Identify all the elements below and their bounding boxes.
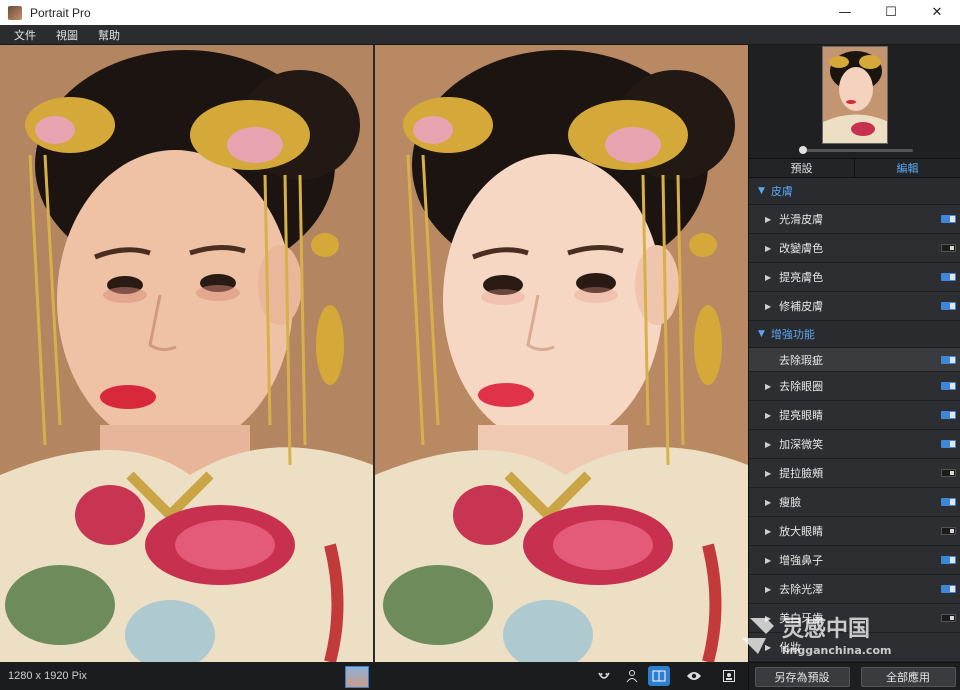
expand-arrow-icon: ▶	[765, 301, 772, 311]
slider-group-brighten-eyes[interactable]: ▶ 提亮眼睛	[749, 401, 960, 430]
slider-group-repair-skin[interactable]: ▶ 修補皮膚	[749, 292, 960, 321]
item-label: 去除眼圈	[779, 380, 824, 393]
expand-arrow-icon: ▶	[765, 613, 772, 623]
item-label: 瘦臉	[779, 496, 802, 509]
face-thumbnail[interactable]	[345, 666, 369, 688]
toggle-switch[interactable]	[941, 382, 956, 390]
slider-group-change-skin-color[interactable]: ▶ 改變膚色	[749, 234, 960, 263]
expand-arrow-icon: ▶	[765, 468, 772, 478]
item-label: 美白牙齒	[779, 612, 824, 625]
section-skin-title: 皮膚	[770, 185, 793, 198]
expand-arrow-icon: ▶	[765, 584, 772, 594]
app-icon	[8, 5, 22, 20]
slider-group-deepen-smile[interactable]: ▶ 加深微笑	[749, 430, 960, 459]
collapse-triangle-icon: ▼	[758, 329, 765, 339]
toggle-switch[interactable]	[941, 614, 956, 622]
zoom-slider-track[interactable]	[801, 149, 913, 152]
original-photo[interactable]	[0, 45, 373, 662]
section-enhance-header[interactable]: ▼ 增強功能	[749, 321, 960, 348]
item-label: 提拉臉頰	[779, 467, 824, 480]
navigator-thumbnail[interactable]	[822, 46, 888, 144]
expand-arrow-icon: ▶	[765, 243, 772, 253]
menu-file[interactable]: 文件	[0, 27, 46, 43]
status-bar: 1280 x 1920 Pix	[0, 662, 748, 690]
tab-edit[interactable]: 編輯	[854, 159, 960, 177]
slider-group-enhance-nose[interactable]: ▶ 增強鼻子	[749, 546, 960, 575]
slider-group-slim-face[interactable]: ▶ 瘦臉	[749, 488, 960, 517]
toggle-switch[interactable]	[941, 244, 956, 252]
menu-view[interactable]: 視圖	[46, 27, 88, 43]
section-enhance-title: 增強功能	[770, 328, 815, 341]
slider-group-whiten-teeth[interactable]: ▶ 美白牙齒	[749, 604, 960, 633]
menu-help[interactable]: 幫助	[88, 27, 130, 43]
expand-arrow-icon: ▶	[765, 381, 772, 391]
expand-arrow-icon: ▶	[765, 497, 772, 507]
apply-all-button[interactable]: 全部應用	[860, 666, 956, 687]
item-label: 去除光澤	[779, 583, 824, 596]
toggle-switch[interactable]	[941, 469, 956, 477]
zoom-slider-handle[interactable]	[799, 146, 807, 154]
edited-photo[interactable]	[375, 45, 748, 662]
window-title: Portrait Pro	[30, 5, 91, 20]
panel-tabs: 預設 編輯	[749, 158, 960, 178]
control-panel: 預設 編輯 ▼ 皮膚 ▶ 光滑皮膚 ▶ 改變膚色 ▶ 提亮膚色 ▶ 修補皮膚 ▼…	[748, 45, 960, 690]
eye-icon[interactable]	[683, 666, 705, 686]
people-icon[interactable]	[621, 666, 643, 686]
slider-group-smooth-skin[interactable]: ▶ 光滑皮膚	[749, 205, 960, 234]
slider-group-remove-blemish[interactable]: 去除瑕疵	[749, 348, 960, 372]
portrait-before-image	[0, 45, 373, 662]
item-label: 提亮眼睛	[779, 409, 824, 422]
save-as-preset-button[interactable]: 另存為預設	[754, 666, 850, 687]
collapse-triangle-icon: ▼	[758, 186, 765, 196]
slider-group-enlarge-eyes[interactable]: ▶ 放大眼睛	[749, 517, 960, 546]
slider-group-remove-shine[interactable]: ▶ 去除光澤	[749, 575, 960, 604]
image-dimensions: 1280 x 1920 Pix	[8, 670, 87, 682]
split-view-icon[interactable]	[648, 666, 670, 686]
window-controls: — ☐ ✕	[822, 0, 960, 25]
face-outline-icon[interactable]	[593, 666, 615, 686]
toggle-switch[interactable]	[941, 411, 956, 419]
toggle-switch[interactable]	[941, 440, 956, 448]
slider-group-lift-cheeks[interactable]: ▶ 提拉臉頰	[749, 459, 960, 488]
tab-presets[interactable]: 預設	[749, 159, 854, 177]
portrait-frame-icon[interactable]	[718, 666, 740, 686]
toggle-switch[interactable]	[941, 215, 956, 223]
slider-group-remove-dark-circles[interactable]: ▶ 去除眼圈	[749, 372, 960, 401]
item-label: 提亮膚色	[779, 271, 824, 284]
close-button[interactable]: ✕	[914, 0, 960, 25]
slider-group-brighten-skin[interactable]: ▶ 提亮膚色	[749, 263, 960, 292]
expand-arrow-icon: ▶	[765, 526, 772, 536]
maximize-button[interactable]: ☐	[868, 0, 914, 25]
item-label: 加深微笑	[779, 438, 824, 451]
toggle-switch[interactable]	[941, 585, 956, 593]
toggle-switch[interactable]	[941, 302, 956, 310]
item-label: 去除瑕疵	[779, 353, 823, 367]
toggle-switch[interactable]	[941, 355, 956, 364]
expand-arrow-icon: ▶	[765, 272, 772, 282]
expand-arrow-icon: ▶	[765, 555, 772, 565]
toggle-switch[interactable]	[941, 273, 956, 281]
slider-group-makeup[interactable]: ▶ 化妝	[749, 633, 960, 662]
item-label: 增強鼻子	[779, 554, 824, 567]
minimize-button[interactable]: —	[822, 0, 868, 25]
image-viewer[interactable]	[0, 45, 748, 662]
expand-arrow-icon: ▶	[765, 214, 772, 224]
panel-footer: 另存為預設 全部應用	[749, 662, 960, 690]
toggle-switch[interactable]	[941, 527, 956, 535]
expand-arrow-icon: ▶	[765, 439, 772, 449]
menu-bar: 文件 視圖 幫助	[0, 25, 960, 45]
toggle-switch[interactable]	[941, 556, 956, 564]
expand-arrow-icon: ▶	[765, 642, 772, 652]
item-label: 放大眼睛	[779, 525, 824, 538]
title-bar: Portrait Pro — ☐ ✕	[0, 0, 960, 25]
item-label: 化妝	[779, 641, 802, 654]
navigator	[749, 45, 960, 158]
item-label: 修補皮膚	[779, 300, 824, 313]
toggle-switch[interactable]	[941, 498, 956, 506]
item-label: 改變膚色	[779, 242, 824, 255]
item-label: 光滑皮膚	[779, 213, 824, 226]
section-skin-header[interactable]: ▼ 皮膚	[749, 178, 960, 205]
expand-arrow-icon: ▶	[765, 410, 772, 420]
portrait-after-image	[375, 45, 748, 662]
